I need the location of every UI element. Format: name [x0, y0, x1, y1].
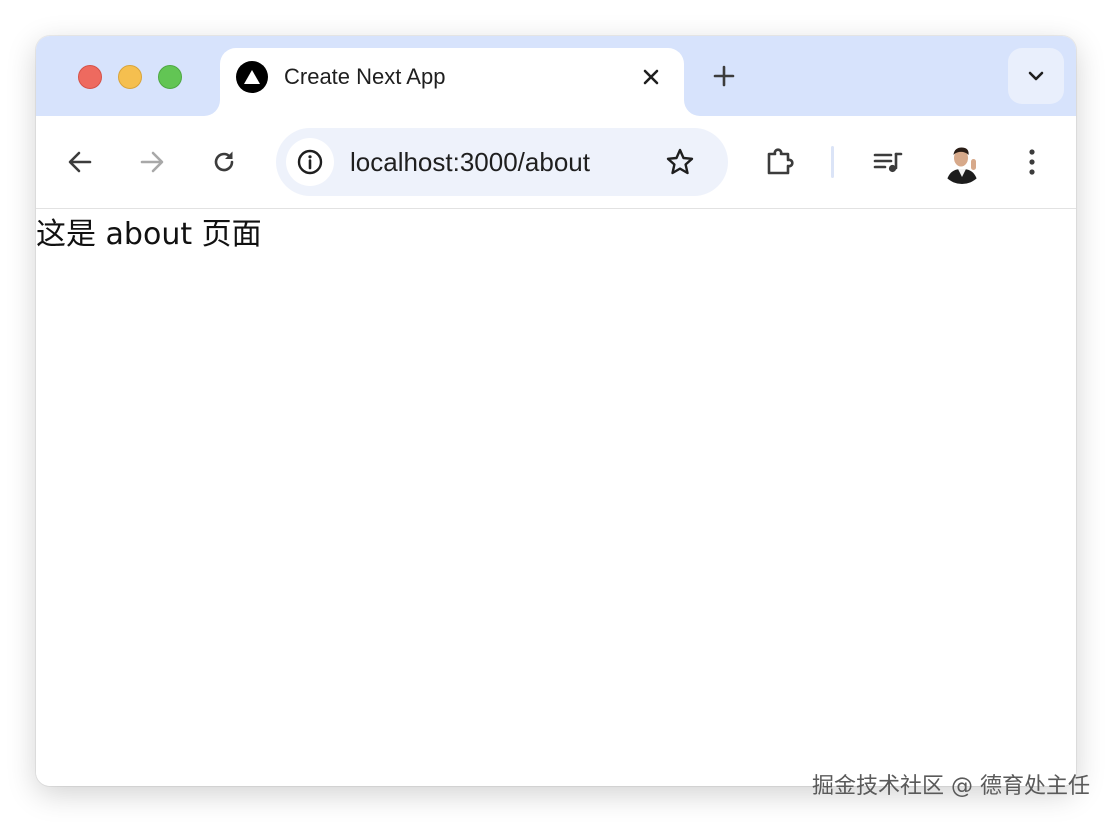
tab-title: Create Next App	[284, 64, 446, 89]
tab-search-button[interactable]	[1008, 48, 1064, 104]
toolbar-divider	[831, 146, 834, 178]
tab-strip: Create Next App	[36, 36, 1076, 116]
close-window-button[interactable]	[78, 65, 102, 89]
plus-icon[interactable]	[710, 62, 738, 90]
url-text[interactable]: localhost:3000/about	[350, 146, 590, 178]
forward-button[interactable]	[132, 142, 172, 182]
minimize-window-button[interactable]	[118, 65, 142, 89]
reload-button[interactable]	[204, 142, 244, 182]
tab-create-next-app[interactable]: Create Next App	[220, 48, 684, 116]
arrow-right-icon	[140, 151, 164, 173]
playlist-icon	[873, 152, 903, 173]
arrow-left-icon	[68, 151, 92, 173]
bookmark-button[interactable]	[660, 142, 700, 182]
zoom-window-button[interactable]	[158, 65, 182, 89]
kebab-menu-icon	[1029, 149, 1035, 175]
puzzle-icon	[767, 148, 794, 175]
chevron-down-icon	[1028, 71, 1044, 81]
profile-avatar[interactable]	[940, 140, 984, 184]
reload-icon	[214, 151, 234, 172]
address-bar[interactable]: localhost:3000/about	[276, 128, 728, 196]
about-page-text: 这是 about 页面	[36, 217, 262, 252]
info-icon	[297, 149, 323, 175]
watermark-text: 掘金技术社区 @ 德育处主任	[812, 774, 1090, 799]
chrome-menu-button[interactable]	[1012, 142, 1052, 182]
site-info-button[interactable]	[286, 138, 334, 186]
page-content: 这是 about 页面	[36, 209, 1076, 786]
back-button[interactable]	[60, 142, 100, 182]
nextjs-triangle-icon	[236, 61, 268, 93]
browser-toolbar: localhost:3000/about	[36, 116, 1076, 209]
extensions-button[interactable]	[760, 142, 800, 182]
close-icon[interactable]	[638, 64, 664, 90]
browser-window: Create Next App localhost:3000/about 这是 …	[36, 36, 1076, 786]
avatar-icon	[940, 140, 984, 184]
star-icon	[666, 148, 694, 175]
media-controls-button[interactable]	[868, 142, 908, 182]
